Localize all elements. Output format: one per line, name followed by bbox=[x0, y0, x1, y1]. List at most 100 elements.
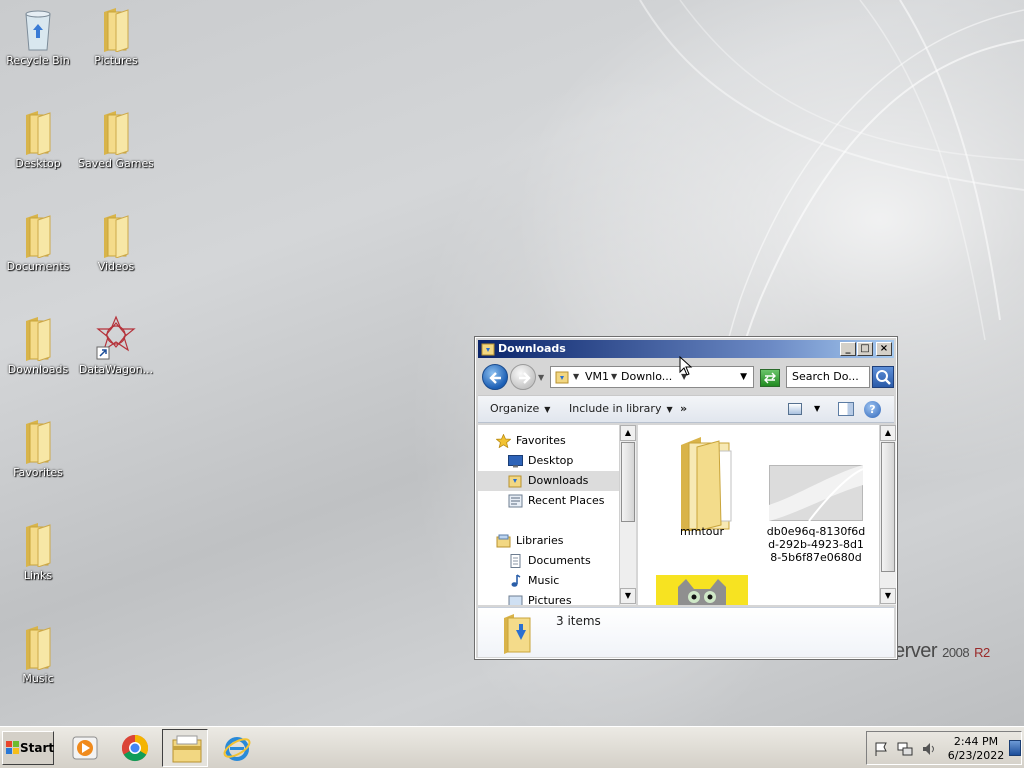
nav-item-pictures[interactable]: Pictures bbox=[508, 591, 626, 605]
recycle-bin-icon bbox=[25, 10, 51, 51]
help-button[interactable]: ? bbox=[864, 401, 881, 418]
music-icon bbox=[511, 574, 521, 587]
change-view-button[interactable] bbox=[788, 403, 802, 415]
file-item-cat-image[interactable] bbox=[652, 575, 752, 605]
clock-time: 2:44 PM bbox=[953, 735, 999, 748]
recent-pages-dropdown[interactable]: ▼ bbox=[538, 373, 544, 382]
desktop-icon-favorites[interactable]: Favorites bbox=[0, 418, 76, 479]
documents-icon bbox=[510, 554, 521, 568]
refresh-button[interactable] bbox=[760, 369, 780, 387]
nav-item-libraries[interactable]: Libraries bbox=[496, 531, 626, 551]
scroll-down-arrow[interactable]: ▼ bbox=[620, 588, 636, 604]
folder-icon bbox=[26, 317, 51, 361]
nav-item-music[interactable]: Music bbox=[508, 571, 626, 591]
taskbar: Start 2:44 PM 6/23/2022 bbox=[0, 726, 1024, 768]
taskbar-explorer[interactable] bbox=[162, 729, 208, 767]
details-pane: 3 items bbox=[478, 607, 894, 657]
start-button[interactable]: Start bbox=[2, 731, 54, 765]
folder-icon bbox=[104, 214, 129, 258]
command-bar: Organize ▼ Include in library ▼ » ▼ ? bbox=[478, 395, 894, 423]
desktop-icon-pictures[interactable]: Pictures bbox=[78, 6, 154, 67]
search-button[interactable] bbox=[872, 366, 894, 388]
more-commands-button[interactable]: » bbox=[680, 396, 687, 422]
nav-pane-scrollbar[interactable]: ▲ ▼ bbox=[619, 425, 636, 605]
breadcrumb-separator[interactable]: ▼ bbox=[611, 367, 617, 387]
action-center-flag-icon[interactable] bbox=[873, 741, 889, 757]
explorer-icon bbox=[172, 735, 202, 763]
nav-item-downloads[interactable]: Downloads bbox=[478, 471, 620, 491]
desktop-icon bbox=[508, 455, 523, 468]
nav-item-desktop[interactable]: Desktop bbox=[508, 451, 626, 471]
taskbar-chrome[interactable] bbox=[112, 729, 158, 767]
libraries-icon bbox=[496, 534, 511, 548]
desktop-icon-label: Pictures bbox=[94, 54, 138, 67]
scroll-down-arrow[interactable]: ▼ bbox=[880, 588, 896, 604]
clock[interactable]: 2:44 PM 6/23/2022 bbox=[943, 735, 1009, 763]
scrollbar-thumb[interactable] bbox=[881, 442, 895, 572]
desktop-icon-datawagon[interactable]: DataWagon... bbox=[78, 315, 154, 376]
organize-button[interactable]: Organize ▼ bbox=[490, 396, 550, 423]
taskbar-media-player[interactable] bbox=[62, 729, 108, 767]
pictures-icon bbox=[508, 595, 523, 605]
back-button[interactable] bbox=[482, 364, 508, 390]
folder-icon bbox=[26, 523, 51, 567]
desktop-icon-label: DataWagon... bbox=[78, 363, 154, 376]
desktop-icon-label: Favorites bbox=[13, 466, 63, 479]
folder-icon bbox=[481, 343, 495, 356]
desktop-icon-music[interactable]: Music bbox=[0, 624, 76, 685]
scrollbar-thumb[interactable] bbox=[621, 442, 635, 522]
desktop-icon-recycle-bin[interactable]: Recycle Bin bbox=[0, 6, 76, 67]
search-input[interactable]: Search Do... bbox=[786, 366, 870, 388]
minimize-button[interactable]: _ bbox=[840, 342, 856, 356]
maximize-button[interactable]: □ bbox=[857, 342, 873, 356]
clock-date: 6/23/2022 bbox=[947, 749, 1005, 762]
scroll-up-arrow[interactable]: ▲ bbox=[880, 425, 896, 441]
nav-item-favorites[interactable]: Favorites bbox=[496, 431, 626, 451]
desktop-icon-saved-games[interactable]: Saved Games bbox=[78, 109, 154, 170]
arrow-right-icon bbox=[519, 372, 531, 384]
chrome-icon bbox=[121, 734, 149, 762]
explorer-window[interactable]: Downloads _ □ × ▼ ▼ VM1 ▼ Downlo... ▼ ▼ … bbox=[474, 336, 898, 660]
desktop-icon-label: Documents bbox=[6, 260, 70, 273]
file-item-mmtour[interactable]: mmtour bbox=[652, 431, 752, 538]
include-in-library-button[interactable]: Include in library ▼ bbox=[569, 396, 673, 423]
recent-places-icon bbox=[508, 494, 523, 508]
show-desktop-button[interactable] bbox=[1009, 740, 1021, 756]
taskbar-internet-explorer[interactable] bbox=[214, 729, 260, 767]
scroll-up-arrow[interactable]: ▲ bbox=[620, 425, 636, 441]
close-button[interactable]: × bbox=[876, 342, 892, 356]
desktop-icon-desktop[interactable]: Desktop bbox=[0, 109, 76, 170]
breadcrumb-vm1[interactable]: VM1 bbox=[585, 367, 609, 387]
file-list-scrollbar[interactable]: ▲ ▼ bbox=[879, 425, 896, 605]
volume-icon[interactable] bbox=[921, 741, 937, 757]
search-icon bbox=[876, 370, 891, 385]
nav-item-recent-places[interactable]: Recent Places bbox=[508, 491, 626, 511]
star-icon bbox=[496, 434, 511, 448]
folder-icon bbox=[26, 626, 51, 670]
desktop-icon-videos[interactable]: Videos bbox=[78, 212, 154, 273]
preview-pane-button[interactable] bbox=[838, 402, 854, 416]
desktop-icon-downloads[interactable]: Downloads bbox=[0, 315, 76, 376]
network-icon[interactable] bbox=[897, 741, 913, 757]
folder-icon bbox=[681, 437, 732, 531]
windows-logo-icon bbox=[6, 741, 19, 754]
image-thumbnail bbox=[769, 465, 863, 521]
desktop-icon-label: Desktop bbox=[15, 157, 61, 170]
desktop-icon-documents[interactable]: Documents bbox=[0, 212, 76, 273]
folder-icon bbox=[26, 420, 51, 464]
forward-button[interactable] bbox=[510, 364, 536, 390]
address-dropdown-arrow[interactable]: ▼ bbox=[740, 367, 747, 387]
folder-icon bbox=[555, 371, 569, 384]
file-item-image[interactable]: db0e96q-8130f6dd-292b-4923-8d18-5b6f87e0… bbox=[766, 465, 866, 564]
breadcrumb-separator[interactable]: ▼ bbox=[573, 367, 579, 387]
datawagon-shortcut-icon bbox=[96, 315, 136, 360]
desktop-icon-label: Downloads bbox=[7, 363, 69, 376]
desktop-icon-label: Saved Games bbox=[78, 157, 154, 170]
folder-icon bbox=[104, 8, 129, 52]
desktop-icon-links[interactable]: Links bbox=[0, 521, 76, 582]
breadcrumb-downloads[interactable]: Downlo... bbox=[621, 367, 672, 387]
address-bar[interactable]: ▼ VM1 ▼ Downlo... ▼ ▼ bbox=[550, 366, 754, 388]
view-options-dropdown[interactable]: ▼ bbox=[814, 404, 820, 413]
downloads-folder-icon bbox=[504, 614, 531, 654]
nav-item-documents[interactable]: Documents bbox=[508, 551, 626, 571]
